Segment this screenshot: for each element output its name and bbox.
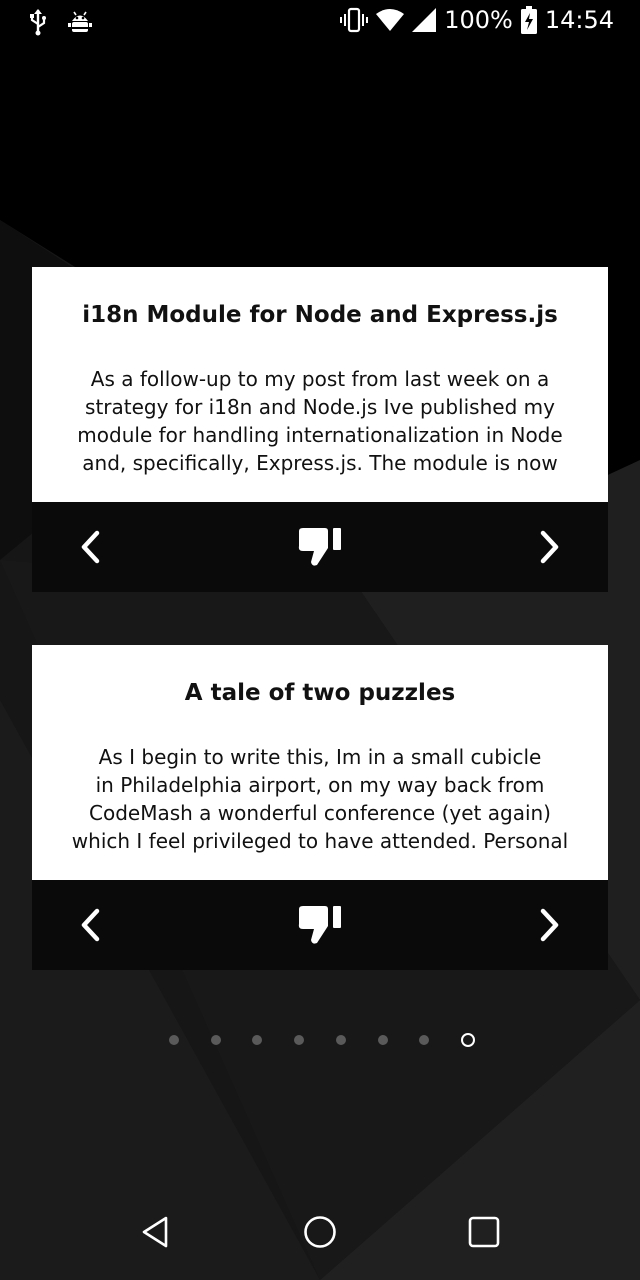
wifi-icon — [376, 8, 405, 32]
back-button[interactable] — [131, 1208, 179, 1256]
post-card-toolbar — [32, 502, 608, 592]
usb-icon — [28, 8, 48, 36]
page-dot[interactable] — [335, 1035, 346, 1045]
page-dot[interactable] — [169, 1035, 179, 1045]
thumbs-down-icon — [298, 906, 341, 944]
app-screen: 100% 14:54 i18n Module for Node and Expr… — [0, 0, 640, 1280]
chevron-left-icon — [81, 908, 100, 942]
dislike-button[interactable] — [295, 902, 345, 948]
post-card-body[interactable]: A tale of two puzzles As I begin to writ… — [32, 645, 608, 880]
chevron-right-icon — [540, 530, 559, 564]
battery-percent: 100% — [444, 6, 513, 34]
recents-button[interactable] — [460, 1208, 508, 1256]
page-dot[interactable] — [294, 1035, 305, 1045]
status-bar: 100% 14:54 — [0, 0, 640, 44]
system-navigation-bar — [0, 1186, 640, 1280]
dislike-button[interactable] — [295, 524, 345, 570]
vibrate-icon — [340, 7, 369, 33]
home-button[interactable] — [296, 1208, 344, 1256]
page-dot[interactable] — [252, 1035, 263, 1045]
post-excerpt: As a follow-up to my post from last week… — [77, 367, 563, 475]
previous-post-button[interactable] — [70, 527, 110, 567]
page-dot[interactable] — [377, 1035, 388, 1045]
post-excerpt: As I begin to write this, Im in a small … — [71, 745, 569, 853]
back-icon — [142, 1216, 168, 1248]
next-post-button[interactable] — [530, 527, 570, 567]
next-post-button[interactable] — [530, 905, 570, 945]
previous-post-button[interactable] — [70, 905, 110, 945]
post-title: A tale of two puzzles — [184, 680, 456, 706]
page-dot[interactable] — [419, 1035, 430, 1045]
post-card: i18n Module for Node and Express.js As a… — [32, 267, 608, 592]
chevron-left-icon — [81, 530, 100, 564]
background-pattern — [0, 0, 640, 1280]
cell-signal-icon — [412, 8, 437, 32]
page-dot[interactable] — [210, 1035, 221, 1045]
post-card: A tale of two puzzles As I begin to writ… — [32, 645, 608, 970]
thumbs-down-icon — [298, 528, 341, 566]
page-dot-active[interactable] — [460, 1033, 475, 1047]
recents-icon — [468, 1216, 500, 1248]
page-indicator[interactable] — [0, 1030, 640, 1050]
chevron-right-icon — [540, 908, 559, 942]
home-icon — [304, 1216, 336, 1248]
clock-time: 14:54 — [544, 6, 614, 34]
post-card-body[interactable]: i18n Module for Node and Express.js As a… — [32, 267, 608, 502]
battery-charging-icon — [520, 6, 537, 34]
post-card-toolbar — [32, 880, 608, 970]
android-debug-icon — [68, 9, 92, 35]
post-title: i18n Module for Node and Express.js — [82, 302, 558, 328]
